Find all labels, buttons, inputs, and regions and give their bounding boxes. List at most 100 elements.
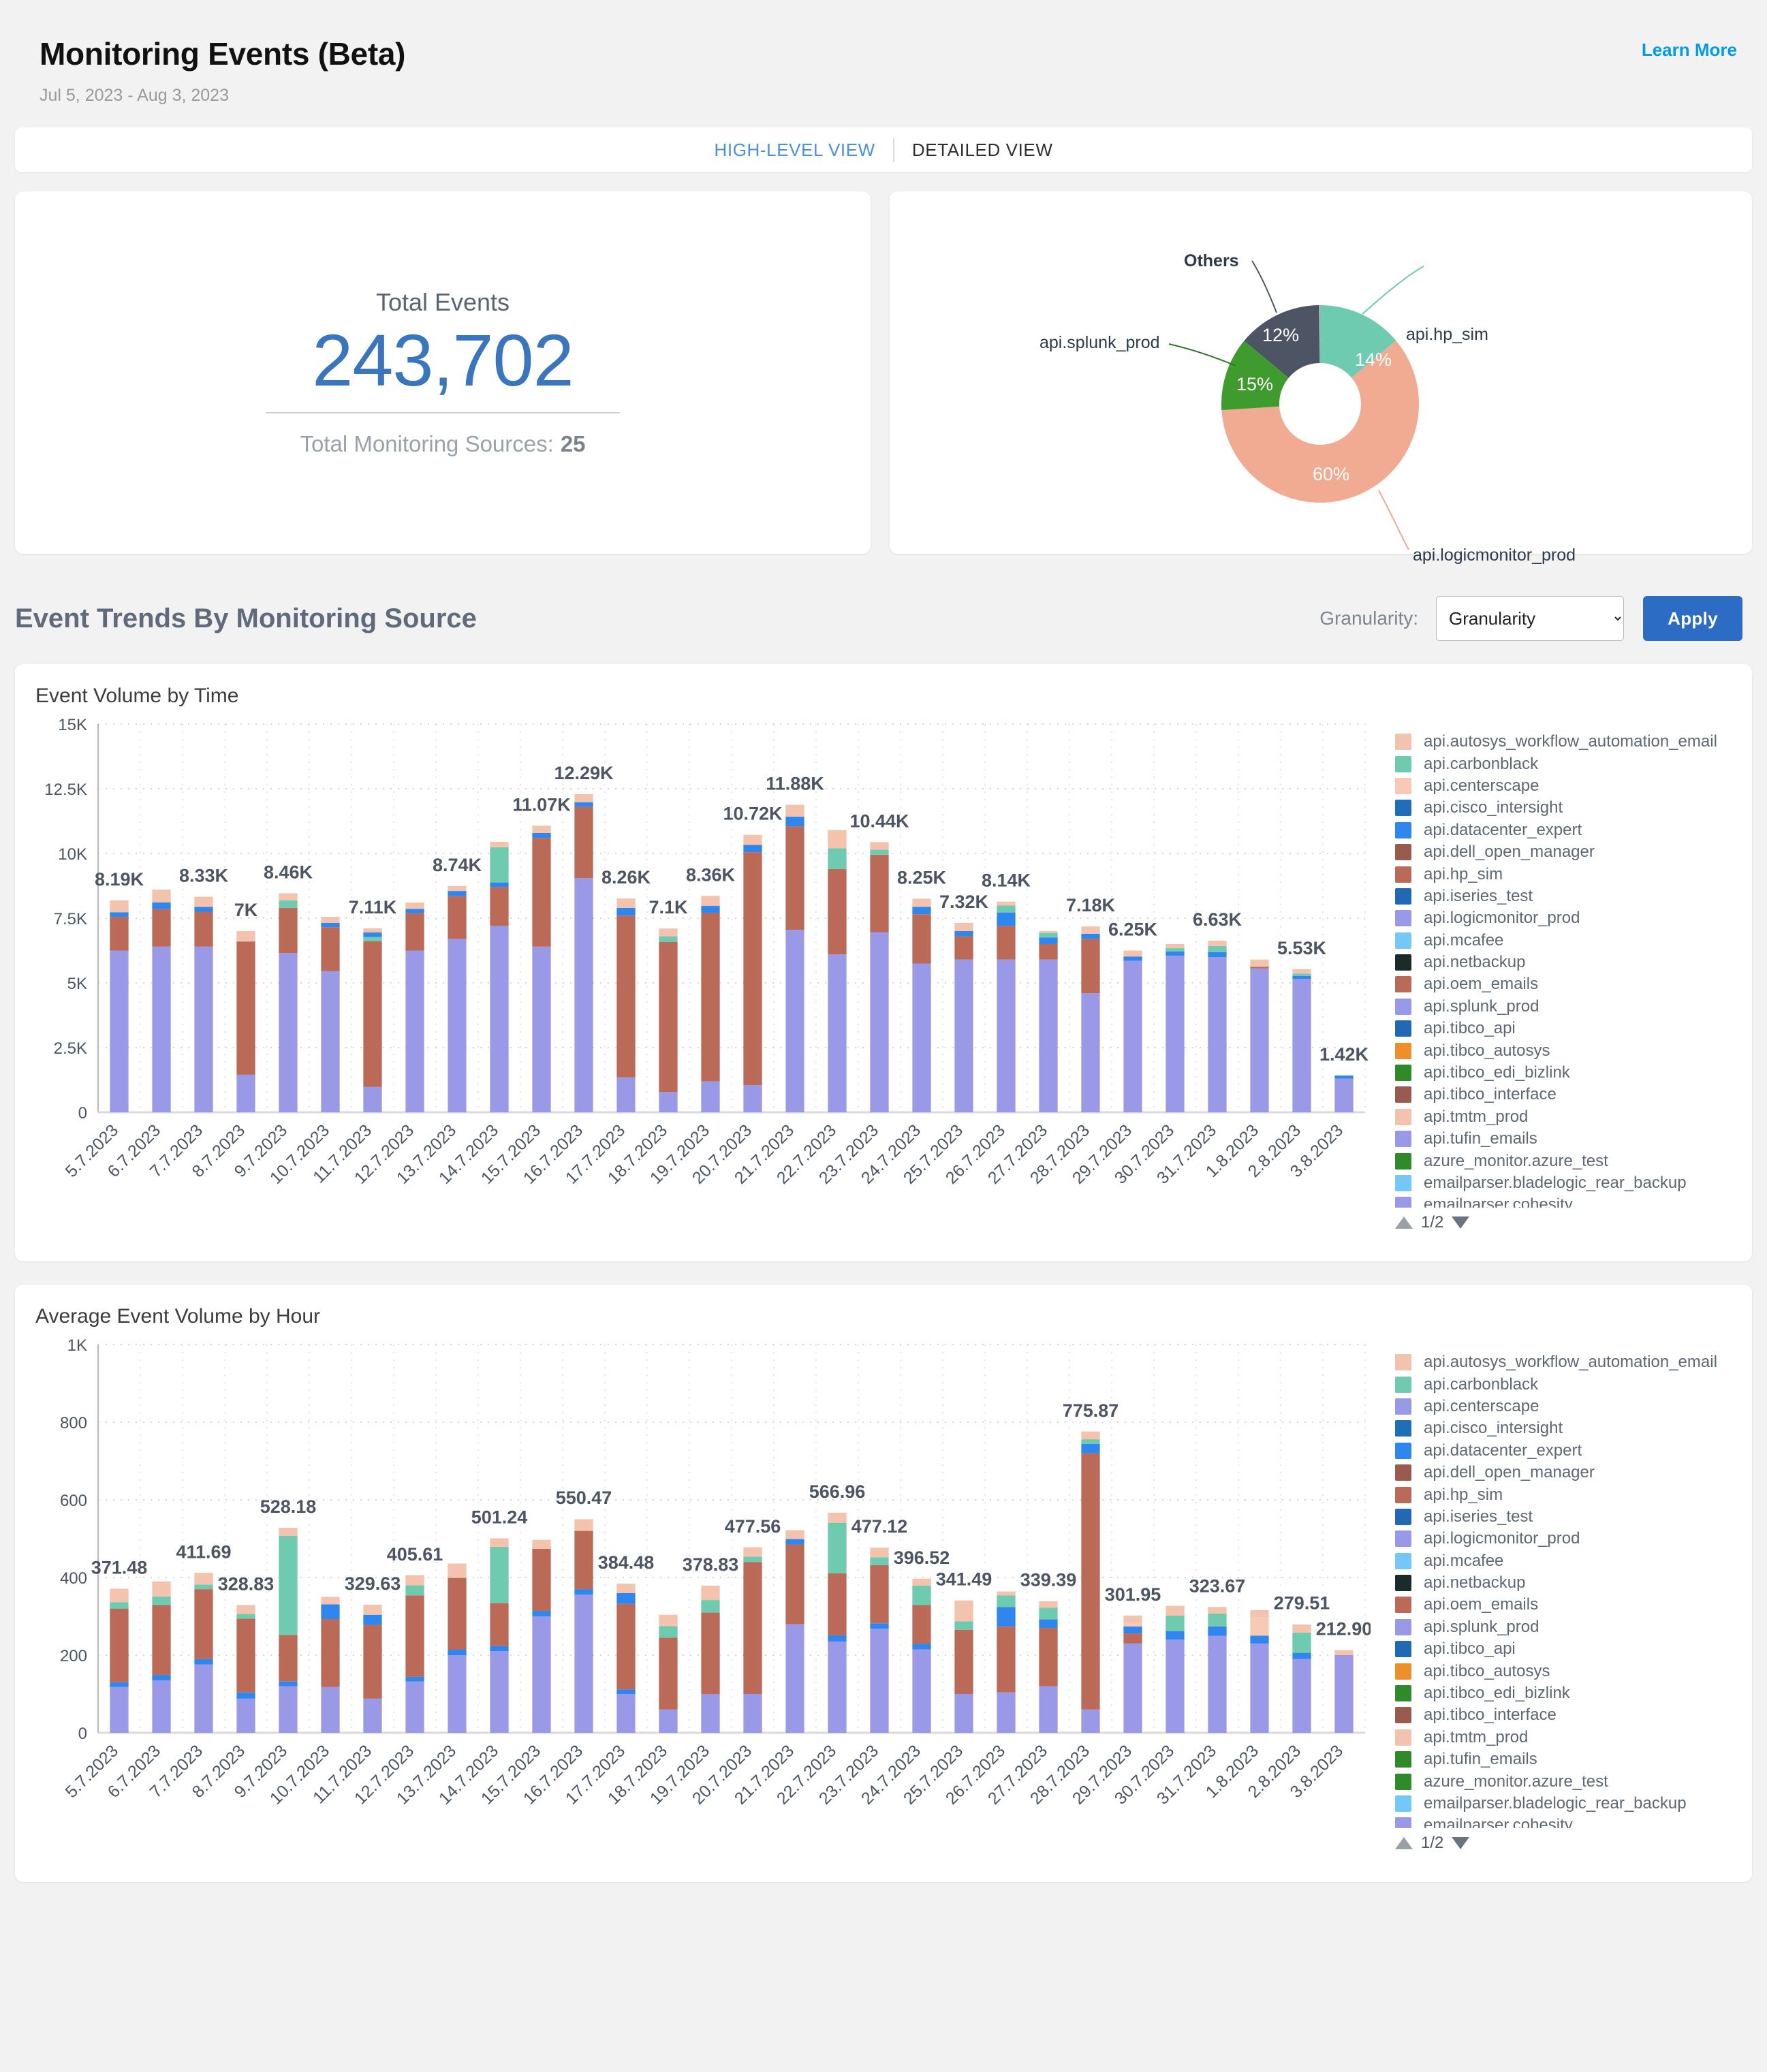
legend-item[interactable]: api.tibco_edi_bizlink — [1395, 1682, 1732, 1704]
legend-item[interactable]: api.tibco_interface — [1395, 1084, 1732, 1105]
bar-stack[interactable] — [363, 928, 382, 1112]
bar-stack[interactable] — [743, 834, 762, 1112]
bar-segment[interactable] — [405, 1585, 424, 1596]
bar-segment[interactable] — [1166, 952, 1185, 956]
bar-segment[interactable] — [997, 959, 1016, 1112]
bar-segment[interactable] — [194, 1584, 213, 1590]
bar-segment[interactable] — [236, 1692, 255, 1699]
legend-item[interactable]: api.tibco_autosys — [1395, 1660, 1732, 1682]
bar-segment[interactable] — [997, 901, 1016, 906]
bar-segment[interactable] — [1292, 973, 1311, 976]
bar-stack[interactable] — [1166, 1605, 1185, 1733]
bar-segment[interactable] — [1292, 979, 1311, 1112]
bar-segment[interactable] — [279, 900, 298, 908]
bar-segment[interactable] — [532, 1611, 551, 1616]
bar-stack[interactable] — [659, 928, 678, 1112]
bar-stack[interactable] — [743, 1547, 762, 1733]
bar-segment[interactable] — [363, 932, 382, 937]
bar-segment[interactable] — [870, 854, 889, 932]
bar-stack[interactable] — [532, 1539, 551, 1733]
bar-segment[interactable] — [363, 1086, 382, 1112]
bar-segment[interactable] — [870, 1565, 889, 1624]
bar-segment[interactable] — [1039, 937, 1058, 945]
bar-stack[interactable] — [194, 1573, 213, 1733]
legend-item[interactable]: api.tmtm_prod — [1395, 1727, 1732, 1748]
bar-segment[interactable] — [997, 1692, 1016, 1733]
bar-segment[interactable] — [279, 1635, 298, 1682]
bar-segment[interactable] — [954, 959, 973, 1112]
bar-segment[interactable] — [1292, 969, 1311, 974]
bar-segment[interactable] — [870, 849, 889, 855]
bar-stack[interactable] — [870, 1548, 889, 1733]
bar-segment[interactable] — [279, 893, 298, 900]
bar-segment[interactable] — [532, 946, 551, 1112]
bar-segment[interactable] — [616, 1689, 636, 1694]
bar-segment[interactable] — [785, 1530, 804, 1539]
bar-segment[interactable] — [1166, 948, 1185, 952]
bar-segment[interactable] — [954, 922, 973, 931]
bar-segment[interactable] — [279, 907, 298, 954]
bar-segment[interactable] — [448, 896, 467, 939]
bar-segment[interactable] — [490, 1603, 509, 1646]
bar-segment[interactable] — [490, 847, 509, 883]
bar-segment[interactable] — [110, 917, 129, 951]
bar-segment[interactable] — [321, 1686, 340, 1733]
bar-segment[interactable] — [743, 834, 762, 845]
bar-segment[interactable] — [701, 913, 720, 1082]
bar-segment[interactable] — [110, 1588, 129, 1603]
bar-segment[interactable] — [405, 902, 424, 909]
bar-segment[interactable] — [110, 950, 129, 1113]
bar-segment[interactable] — [532, 832, 551, 838]
bar-stack[interactable] — [1250, 959, 1269, 1112]
legend-item[interactable]: api.tufin_emails — [1395, 1748, 1732, 1770]
bar-segment[interactable] — [616, 1694, 636, 1733]
bar-segment[interactable] — [1166, 944, 1185, 949]
bar-segment[interactable] — [1081, 1443, 1100, 1454]
bar-segment[interactable] — [321, 917, 340, 923]
bar-segment[interactable] — [574, 1531, 593, 1590]
bar-segment[interactable] — [743, 1085, 762, 1112]
bar-stack[interactable] — [490, 841, 509, 1112]
learn-more-link[interactable]: Learn More — [1642, 40, 1737, 61]
bar-segment[interactable] — [152, 1680, 171, 1733]
bar-stack[interactable] — [828, 830, 847, 1112]
legend-item[interactable]: api.cisco_intersight — [1395, 797, 1732, 819]
bar-segment[interactable] — [321, 1604, 340, 1619]
legend-item[interactable]: api.iseries_test — [1395, 885, 1732, 907]
bar-segment[interactable] — [659, 936, 678, 942]
bar-stack[interactable] — [997, 1591, 1016, 1733]
legend-item[interactable]: api.tibco_edi_bizlink — [1395, 1062, 1732, 1084]
bar-segment[interactable] — [659, 1092, 678, 1112]
bar-segment[interactable] — [363, 1624, 382, 1699]
legend-page-down-icon[interactable] — [1452, 1216, 1470, 1229]
bar-segment[interactable] — [152, 890, 171, 902]
bar-segment[interactable] — [616, 1584, 636, 1593]
legend-item[interactable]: azure_monitor.azure_test — [1395, 1150, 1732, 1172]
bar-segment[interactable] — [912, 898, 931, 907]
bar-segment[interactable] — [1039, 932, 1058, 938]
bar-segment[interactable] — [828, 848, 847, 869]
bar-segment[interactable] — [785, 817, 804, 827]
legend-item[interactable]: api.iseries_test — [1395, 1506, 1732, 1528]
bar-segment[interactable] — [1250, 1610, 1269, 1618]
bar-segment[interactable] — [828, 1522, 847, 1573]
bar-segment[interactable] — [870, 1557, 889, 1565]
bar-stack[interactable] — [574, 1519, 593, 1733]
bar-stack[interactable] — [194, 896, 213, 1112]
bar-segment[interactable] — [194, 1589, 213, 1659]
bar-segment[interactable] — [1292, 1632, 1311, 1653]
bar-segment[interactable] — [532, 1548, 551, 1612]
legend-item[interactable]: api.splunk_prod — [1395, 996, 1732, 1018]
bar-segment[interactable] — [701, 896, 720, 906]
bar-stack[interactable] — [616, 1584, 636, 1733]
bar-segment[interactable] — [1250, 1617, 1269, 1636]
bar-segment[interactable] — [152, 902, 171, 909]
legend-page-up-icon[interactable] — [1395, 1216, 1413, 1229]
bar-segment[interactable] — [490, 1538, 509, 1547]
bar-segment[interactable] — [743, 852, 762, 1086]
bar-segment[interactable] — [152, 1675, 171, 1681]
bar-segment[interactable] — [828, 1573, 847, 1635]
legend-item[interactable]: api.hp_sim — [1395, 863, 1732, 885]
bar-segment[interactable] — [1123, 956, 1142, 961]
apply-button[interactable]: Apply — [1643, 596, 1742, 641]
